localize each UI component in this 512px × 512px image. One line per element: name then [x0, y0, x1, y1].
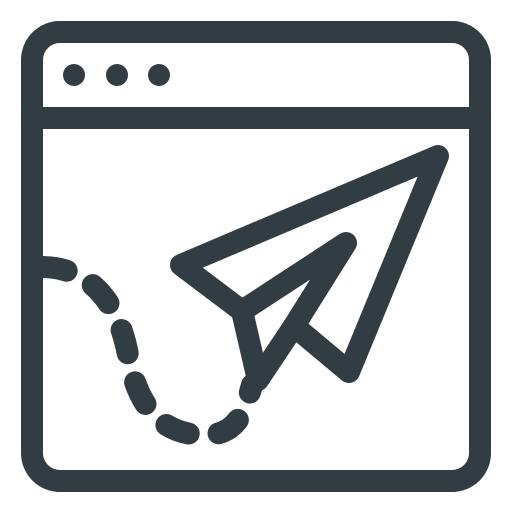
browser-window-paper-plane-icon: [21, 21, 491, 492]
icon-canvas: [0, 0, 512, 512]
window-dot-1: [63, 64, 85, 86]
paper-plane-icon: [170, 145, 449, 391]
window-dot-3: [148, 64, 170, 86]
window-control-dots-icon: [63, 64, 170, 86]
window-dot-2: [106, 64, 128, 86]
paper-plane-fold: [231, 232, 357, 337]
browser-window-icon: [21, 21, 491, 492]
